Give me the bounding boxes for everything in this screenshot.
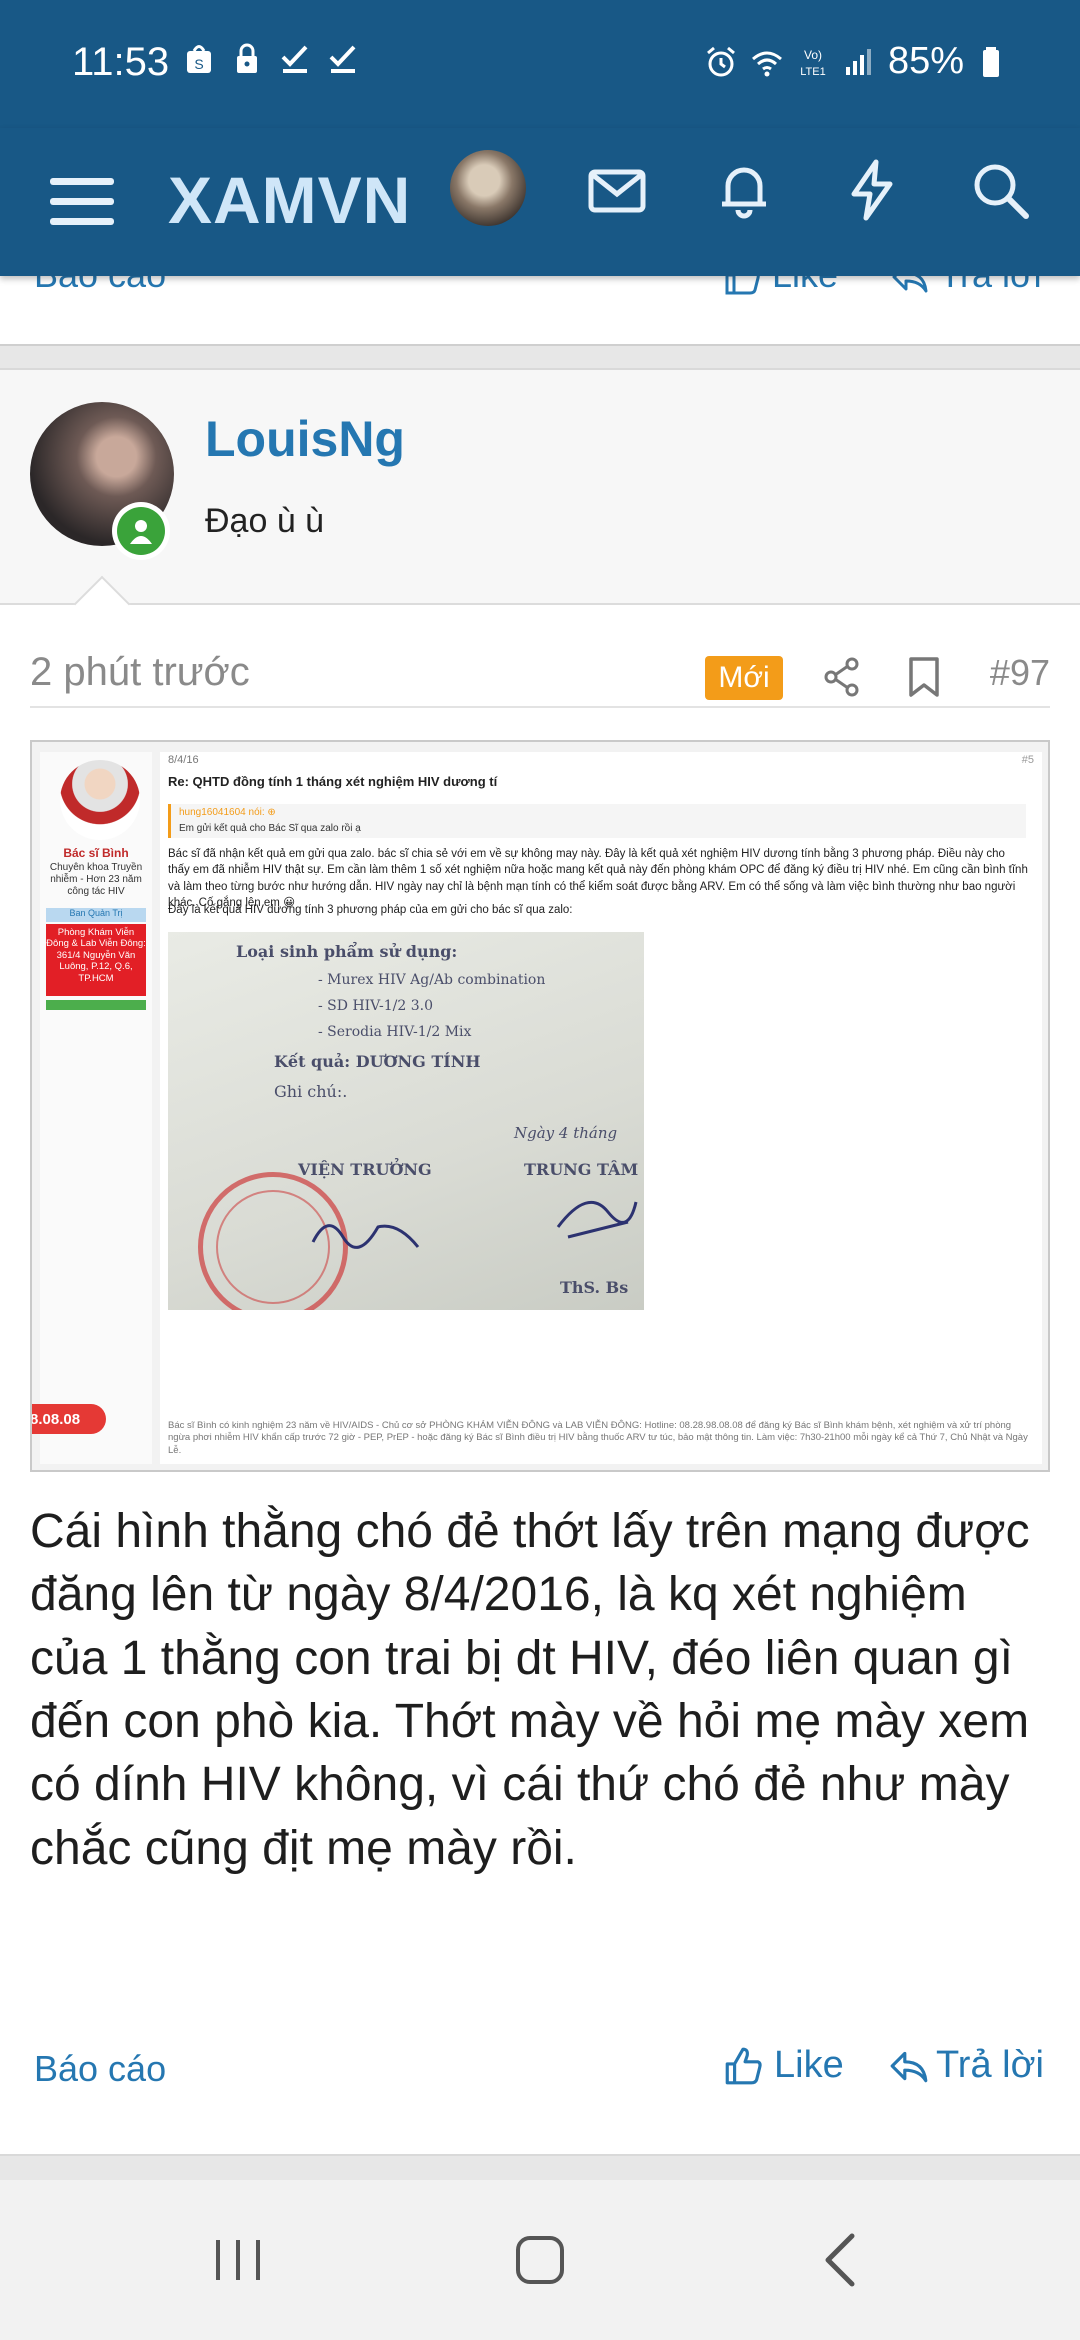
- site-logo[interactable]: XAMVN: [168, 162, 411, 238]
- reply-label: Trả lời: [939, 276, 1041, 295]
- menu-icon[interactable]: [48, 168, 116, 236]
- green-bar: [46, 1000, 146, 1010]
- notification-icons: S: [182, 42, 360, 76]
- caret-pointer: [73, 575, 131, 633]
- reply-label: Trả lời: [936, 2044, 1044, 2086]
- search-icon[interactable]: [968, 158, 1032, 222]
- paper-line: - Serodia HIV-1/2 Mix: [318, 1024, 472, 1040]
- image-post-index: #5: [1021, 754, 1034, 766]
- image-footer-note: Bác sĩ Bình có kinh nghiệm 23 năm về HIV…: [168, 1420, 1028, 1456]
- report-link[interactable]: Báo cáo: [34, 2048, 166, 2090]
- system-icons: Vo) LTE1 85%: [704, 40, 1010, 83]
- post-number[interactable]: #97: [990, 652, 1050, 694]
- reply-button[interactable]: Trả lời: [890, 276, 1042, 297]
- reply-icon: [890, 2051, 928, 2082]
- image-quote: hung16041604 nói: ⊕ Em gửi kết quả cho B…: [168, 804, 1026, 838]
- signal-icon: [845, 48, 871, 75]
- post-actions: Báo cáo Like Trả lời: [0, 2038, 1080, 2110]
- status-time: 11:53: [72, 40, 170, 84]
- post-meta: 2 phút trước Mới #97: [30, 638, 1050, 708]
- test-result-photo: Loại sinh phẩm sử dụng: - Murex HIV Ag/A…: [168, 932, 644, 1310]
- like-button[interactable]: Like: [722, 276, 838, 297]
- image-post-date: 8/4/16: [168, 754, 199, 766]
- volte-icon: Vo) LTE1: [800, 48, 825, 78]
- lightning-icon[interactable]: [840, 158, 904, 222]
- user-online-icon: [130, 520, 152, 544]
- lock-icon: [237, 43, 257, 73]
- paper-line: Loại sinh phẩm sử dụng:: [236, 942, 458, 961]
- image-post-body: Bác sĩ đã nhận kết quả em gửi qua zalo. …: [168, 848, 1028, 909]
- post-content: Cái hình thằng chó đẻ thớt lấy trên mạng…: [30, 1505, 1030, 1875]
- back-icon[interactable]: [806, 2224, 878, 2296]
- svg-text:Vo): Vo): [804, 48, 822, 62]
- paper-line: Ghi chú:.: [274, 1082, 348, 1101]
- paper-line: Ngày 4 tháng: [514, 1124, 618, 1142]
- shopee-icon: S: [187, 45, 211, 73]
- doctor-name: Bác sĩ Bình: [63, 846, 129, 860]
- image-post-body-2: Đây là kết quả HIV dương tính 3 phương p…: [168, 904, 573, 916]
- image-sidebar: Bác sĩ Bình Chuyên khoa Truyền nhiễm - H…: [40, 752, 152, 1464]
- system-nav-bar: [0, 2180, 1080, 2340]
- like-button[interactable]: Like: [722, 2044, 844, 2087]
- paper-line: VIỆN TRƯỞNG: [298, 1160, 432, 1179]
- post-user-header: LouisNg Đạo ù ù: [0, 370, 1080, 633]
- battery-percent: 85%: [887, 40, 964, 82]
- paper-line: ThS. Bs: [560, 1278, 629, 1297]
- share-icon[interactable]: [822, 656, 862, 698]
- image-post-title: Re: QHTD đồng tính 1 tháng xét nghiệm HI…: [168, 774, 498, 789]
- reply-button[interactable]: Trả lời: [888, 2044, 1044, 2087]
- post-97: LouisNg Đạo ù ù 2 phút trước Mới #97 Bác…: [0, 368, 1080, 2156]
- battery-icon: [983, 46, 999, 77]
- clinic-info: Phòng Khám Viễn Đông & Lab Viễn Đông: 36…: [46, 924, 146, 996]
- wifi-icon: [751, 51, 782, 76]
- online-indicator: [112, 502, 170, 560]
- report-link[interactable]: Báo cáo: [34, 276, 166, 296]
- image-post: 8/4/16 #5 Re: QHTD đồng tính 1 tháng xét…: [160, 752, 1042, 1464]
- paper-line: - SD HIV-1/2 3.0: [318, 998, 433, 1014]
- like-label: Like: [774, 2044, 844, 2086]
- signature-icon: [311, 1224, 420, 1249]
- quote-text: Em gửi kết quả cho Bác Sĩ qua zalo rồi ạ: [179, 823, 361, 834]
- new-badge: Mới: [705, 656, 783, 700]
- quote-header: hung16041604 nói: ⊕: [179, 807, 276, 818]
- username[interactable]: LouisNg: [205, 410, 405, 468]
- check-done-icon: [281, 45, 308, 73]
- home-icon[interactable]: [504, 2224, 576, 2296]
- user-avatar[interactable]: [450, 150, 526, 226]
- thumbs-up-icon: [725, 276, 760, 295]
- user-title: Đạo ù ù: [205, 502, 325, 540]
- doctor-avatar: [60, 760, 140, 840]
- bookmark-icon[interactable]: [905, 656, 943, 698]
- mail-icon[interactable]: [585, 158, 649, 222]
- svg-text:LTE1: LTE1: [800, 66, 825, 78]
- paper-line: TRUNG TÂM: [524, 1160, 639, 1179]
- alarm-icon: [706, 46, 735, 76]
- doctor-role: Ban Quản Trị: [46, 908, 146, 922]
- check-done-icon: [329, 45, 356, 73]
- status-bar: 11:53 S Vo) LTE1 85%: [0, 0, 1080, 128]
- recent-apps-icon[interactable]: [202, 2224, 274, 2296]
- post-time[interactable]: 2 phút trước: [30, 650, 250, 695]
- app-bar: XAMVN: [0, 128, 1080, 276]
- attached-image[interactable]: Bác sĩ Bình Chuyên khoa Truyền nhiễm - H…: [30, 740, 1050, 1472]
- signature-icon: [556, 1201, 638, 1239]
- thumbs-up-icon: [725, 2047, 762, 2084]
- like-label: Like: [772, 276, 838, 295]
- phone-pill: 8.08.08: [32, 1404, 106, 1434]
- paper-line: - Murex HIV Ag/Ab combination: [318, 972, 546, 988]
- previous-post-actions: Báo cáo Like Trả lời: [0, 276, 1080, 346]
- svg-text:S: S: [194, 56, 203, 72]
- bell-icon[interactable]: [712, 158, 776, 222]
- reply-icon: [892, 276, 928, 293]
- paper-line: Kết quả: DƯƠNG TÍNH: [274, 1052, 481, 1071]
- doctor-description: Chuyên khoa Truyền nhiễm - Hơn 23 năm cô…: [49, 862, 143, 897]
